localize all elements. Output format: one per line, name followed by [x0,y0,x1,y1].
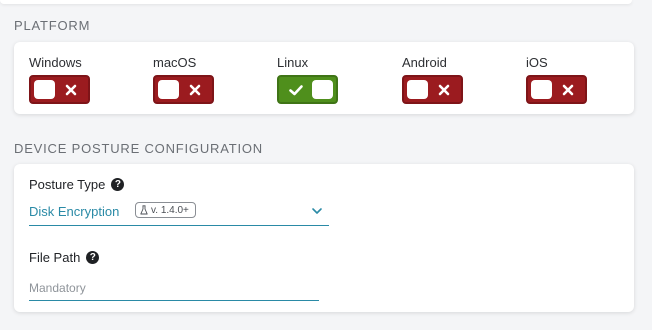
x-icon [189,84,201,96]
platform-android-toggle[interactable] [402,75,463,104]
chevron-down-icon [312,208,322,214]
flask-icon [140,205,148,215]
platform-ios: iOS [526,55,587,104]
platform-macos-label: macOS [153,55,197,70]
platform-linux: Linux [277,55,338,104]
toggle-knob [34,80,55,99]
platform-ios-label: iOS [526,55,548,70]
platform-android-label: Android [402,55,447,70]
posture-section-heading: DEVICE POSTURE CONFIGURATION [14,141,263,156]
posture-card: Posture Type ? Disk Encryption v. 1.4.0+… [14,164,634,312]
page-right-gutter [642,0,652,330]
question-circle-icon[interactable]: ? [86,251,100,264]
toggle-knob [407,80,428,99]
version-badge-text: v. 1.4.0+ [151,204,189,216]
platform-macos-toggle[interactable] [153,75,214,104]
platform-ios-toggle[interactable] [526,75,587,104]
platform-windows: Windows [29,55,90,104]
platform-linux-toggle[interactable] [277,75,338,104]
file-path-label-row: File Path ? [29,250,100,265]
file-path-input[interactable] [29,276,319,301]
platform-section-heading: PLATFORM [14,18,91,33]
x-icon [65,84,77,96]
posture-type-select[interactable]: Disk Encryption v. 1.4.0+ [29,199,329,226]
posture-type-value: Disk Encryption [29,204,120,219]
x-icon [562,84,574,96]
version-badge: v. 1.4.0+ [135,202,196,218]
platform-windows-label: Windows [29,55,82,70]
platform-android: Android [402,55,463,104]
question-circle-icon[interactable]: ? [111,178,125,191]
toggle-knob [531,80,552,99]
x-icon [438,84,450,96]
check-icon [289,85,303,96]
previous-card-edge [0,0,632,4]
platform-card: Windows macOS Linux Android iOS [14,42,634,114]
platform-linux-label: Linux [277,55,309,70]
toggle-knob [158,80,179,99]
platform-windows-toggle[interactable] [29,75,90,104]
posture-type-label-row: Posture Type ? [29,177,125,192]
file-path-label: File Path [29,250,81,265]
toggle-knob [312,80,333,99]
platform-macos: macOS [153,55,214,104]
posture-type-label: Posture Type [29,177,106,192]
